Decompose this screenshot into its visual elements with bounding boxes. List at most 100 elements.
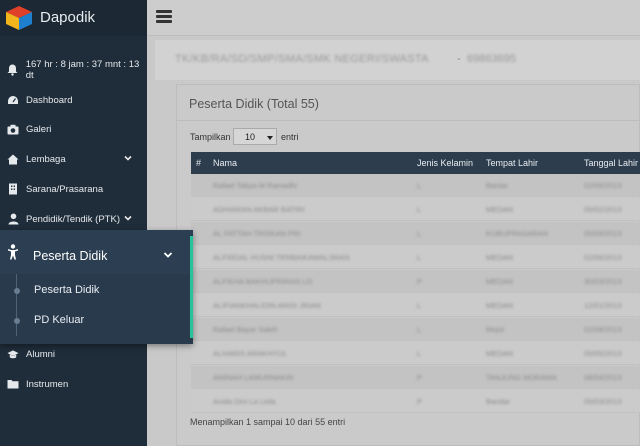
sidebar-item-galeri[interactable]: Galeri: [0, 117, 147, 141]
bell-icon: [7, 64, 19, 76]
table-row[interactable]: ALFIKHA BAKHUPRIRAN LO P MEDAN 30/03/2013: [191, 270, 640, 293]
student-name-cell: AMINAH LAMURNAKIN: [213, 373, 294, 382]
gender-cell: L: [417, 229, 422, 238]
school-npsn: 69863695: [467, 53, 516, 65]
card-title: Peserta Didik (Total 55): [189, 97, 319, 111]
gender-cell: L: [417, 181, 422, 190]
birthplace-cell: MEDAN: [486, 205, 514, 214]
table-row[interactable]: ALIFIANKHALIDIN ARISI JRIAN L MEDAN 12/01/2…: [191, 294, 640, 317]
sidebar-item-label: Pendidik/Tendik (PTK): [26, 213, 120, 225]
sidebar-item-lembaga[interactable]: Lembaga: [0, 147, 147, 171]
column-header[interactable]: Nama: [213, 158, 237, 168]
school-header: TK/KB/RA/SD/SMP/SMA/SMK NEGERI/SWASTA - …: [155, 40, 640, 80]
bullet-icon: [14, 318, 20, 324]
table-row[interactable]: ALFIRDAL HUSNI TERBAIKAWALSRAN L MEDAN 02/0…: [191, 246, 640, 269]
birthplace-cell: MEDAN: [486, 277, 514, 286]
birthplace-cell: KUBUPRASARAN: [486, 229, 549, 238]
submenu-peserta-didik[interactable]: Peserta Didik: [0, 276, 190, 306]
birthplace-cell: MEDAN: [486, 253, 514, 262]
sidebar-item-label: Lembaga: [26, 153, 66, 165]
birthdate-cell: 30/03/2013: [584, 277, 622, 286]
peserta-didik-card: Peserta Didik (Total 55) Tampilkan 10 en…: [176, 84, 640, 446]
table-row[interactable]: Anida Dini La Leila P Bandar 05/03/2013: [191, 390, 640, 413]
building-icon: [7, 183, 19, 195]
table-row[interactable]: ADHIARAN AKBAR BATIRI L MEDAN 05/02/2013: [191, 198, 640, 221]
dapodik-logo-icon: [6, 6, 32, 30]
sidebar-item-peserta-didik[interactable]: Peserta Didik: [0, 230, 193, 274]
school-name: TK/KB/RA/SD/SMP/SMA/SMK NEGERI/SWASTA: [175, 53, 429, 65]
table-row[interactable]: Rafael Bayar Saleh L Mojol 02/08/2013: [191, 318, 640, 341]
user-icon: [7, 213, 19, 225]
student-name-cell: ALFIKHA BAKHUPRIRAN LO: [213, 277, 313, 286]
table-header: # Nama Jenis Kelamin Tempat Lahir Tangga…: [191, 152, 640, 174]
birthdate-cell: 08/04/2013: [584, 373, 622, 382]
topbar: [147, 0, 640, 36]
sidebar-item-label: Instrumen: [26, 378, 69, 390]
birthplace-cell: Bandar: [486, 397, 511, 406]
birthdate-cell: 02/08/2013: [584, 325, 622, 334]
column-header[interactable]: #: [196, 158, 201, 168]
submenu-pd-keluar[interactable]: PD Keluar: [0, 306, 190, 336]
chevron-down-icon: [124, 155, 132, 161]
birthplace-cell: TANJUNG MORAWA: [486, 373, 557, 382]
birthplace-cell: MEDAN: [486, 301, 514, 310]
birthplace-cell: Mojol: [486, 325, 504, 334]
gender-cell: P: [417, 373, 423, 382]
student-name-cell: ALIFIANKHALIDIN ARISI JRIAN: [213, 301, 321, 310]
column-header[interactable]: Jenis Kelamin: [417, 158, 473, 168]
birthdate-cell: 12/01/2013: [584, 301, 622, 310]
home-icon: [7, 153, 19, 165]
graduation-cap-icon: [7, 348, 19, 360]
countdown-text: 167 hr : 8 jam : 37 mnt : 13 dt: [25, 59, 140, 81]
page-size-suffix: entri: [281, 132, 299, 142]
submenu-label: PD Keluar: [34, 314, 85, 326]
gender-cell: L: [417, 205, 422, 214]
page-size-select[interactable]: 10: [233, 128, 277, 145]
birthplace-cell: MEDAN: [486, 349, 514, 358]
peserta-didik-menu: Peserta Didik Peserta Didik PD Keluar: [0, 230, 193, 344]
bullet-icon: [14, 288, 20, 294]
column-header[interactable]: Tanggal Lahir: [584, 158, 638, 168]
page-size-value: 10: [245, 132, 256, 142]
birthplace-cell: Bantar: [486, 181, 509, 190]
submenu-label: Peserta Didik: [34, 284, 100, 296]
gender-cell: L: [417, 253, 422, 262]
column-header[interactable]: Tempat Lahir: [486, 158, 538, 168]
folder-icon: [7, 378, 19, 390]
chevron-down-icon: [163, 252, 173, 258]
table-row[interactable]: AL FATTAH TRISKAN PRI L KUBUPRASARAN 05/09/…: [191, 222, 640, 245]
student-name-cell: Rafael Tabya M Ramadhi: [213, 181, 298, 190]
sidebar-item-label: Alumni: [26, 348, 56, 360]
table-row[interactable]: Rafael Tabya M Ramadhi L Bantar 02/05/2013: [191, 174, 640, 197]
chevron-down-icon: [124, 215, 132, 221]
student-name-cell: AL FATTAH TRISKAN PRI: [213, 229, 301, 238]
gender-cell: P: [417, 397, 423, 406]
sidebar-item-label: Sarana/Prasarana: [26, 183, 104, 195]
sidebar-item-label: Dashboard: [26, 94, 73, 106]
sidebar-item-ptk[interactable]: Pendidik/Tendik (PTK): [0, 207, 147, 231]
birthdate-cell: 05/09/2013: [584, 229, 622, 238]
page-size-label: Tampilkan: [190, 132, 231, 142]
student-name-cell: Anida Dini La Leila: [213, 397, 276, 406]
camera-icon: [7, 123, 19, 135]
student-name-cell: ALFIRDAL HUSNI TERBAIKAWALSRAN: [213, 253, 350, 262]
birthdate-cell: 05/02/2013: [584, 205, 622, 214]
divider: [177, 120, 640, 121]
student-name-cell: ALHARIS ARAKHYUL: [213, 349, 288, 358]
sidebar-item-instrumen[interactable]: Instrumen: [0, 372, 147, 396]
countdown-timer: 167 hr : 8 jam : 37 mnt : 13 dt: [0, 58, 147, 82]
brand[interactable]: Dapodik: [0, 0, 147, 36]
hamburger-menu-icon[interactable]: [156, 10, 172, 24]
sidebar-item-sarana[interactable]: Sarana/Prasarana: [0, 177, 147, 201]
birthdate-cell: 05/05/2013: [584, 349, 622, 358]
table-row[interactable]: ALHARIS ARAKHYUL L MEDAN 05/05/2013: [191, 342, 640, 365]
table-row[interactable]: AMINAH LAMURNAKIN P TANJUNG MORAWA 08/04/20…: [191, 366, 640, 389]
caret-down-icon: [267, 136, 273, 140]
app-title: Dapodik: [40, 9, 96, 26]
gender-cell: L: [417, 325, 422, 334]
active-indicator: [190, 236, 193, 338]
sidebar-item-dashboard[interactable]: Dashboard: [0, 88, 147, 112]
sidebar: Dapodik 167 hr : 8 jam : 37 mnt : 13 dt …: [0, 0, 147, 446]
table-info: Menampilkan 1 sampai 10 dari 55 entri: [190, 417, 346, 427]
sidebar-item-alumni[interactable]: Alumni: [0, 342, 147, 366]
